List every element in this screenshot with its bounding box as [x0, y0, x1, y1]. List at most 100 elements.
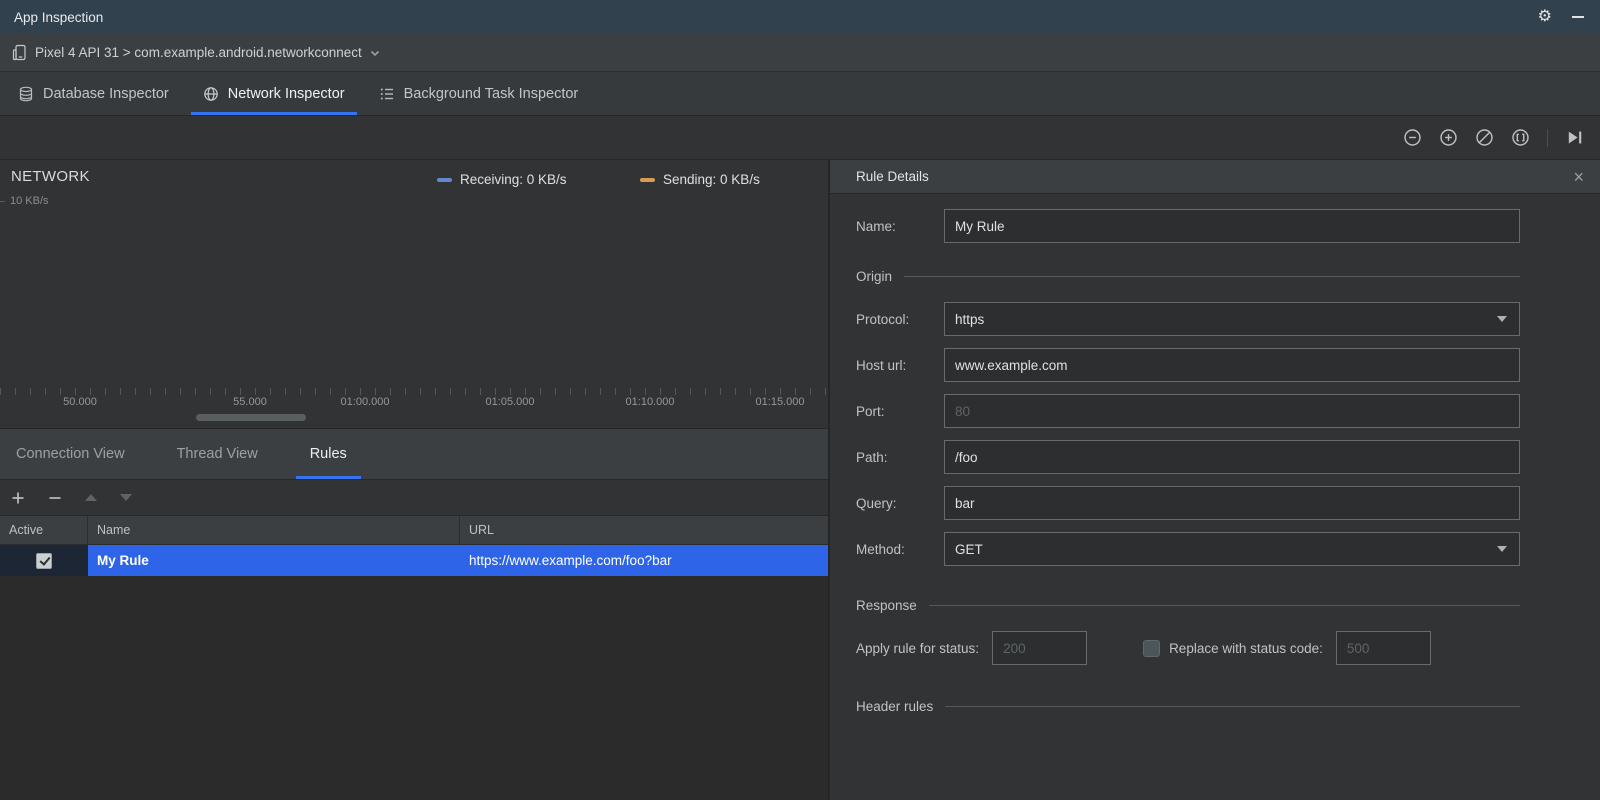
host-row: Host url: [856, 348, 1520, 382]
settings-button[interactable]: ⚙ [1538, 9, 1552, 25]
x-tick-label: 01:15.000 [755, 396, 805, 408]
replace-status-input[interactable] [1335, 631, 1431, 665]
device-process-selector[interactable]: Pixel 4 API 31 > com.example.android.net… [35, 45, 362, 60]
close-icon[interactable]: × [1573, 168, 1584, 186]
rule-details-title: Rule Details [856, 169, 929, 184]
origin-section-label: Origin [856, 269, 893, 284]
name-row: Name: [856, 209, 1520, 243]
main-content: NETWORK 10 KB/s Receiving: 0 KB/s Sendin… [0, 160, 1600, 800]
method-dropdown[interactable]: GET [944, 532, 1520, 566]
header-rules-section-label: Header rules [856, 699, 934, 714]
protocol-value: https [955, 311, 985, 327]
legend-receiving: Receiving: 0 KB/s [437, 172, 567, 187]
method-label: Method: [856, 541, 905, 557]
protocol-label: Protocol: [856, 311, 910, 327]
response-section-header: Response [856, 598, 1520, 613]
rule-name: My Rule [97, 553, 149, 568]
query-input[interactable] [944, 486, 1520, 520]
tab-connection-view[interactable]: Connection View [2, 429, 139, 479]
port-input[interactable] [944, 394, 1520, 428]
rule-details-form: Name: Origin Protocol: https Host url: [830, 194, 1600, 800]
x-tick-label: 50.000 [63, 396, 97, 408]
tab-network-inspector[interactable]: Network Inspector [190, 72, 357, 115]
add-rule-icon[interactable] [11, 491, 25, 505]
rule-url-cell[interactable]: https://www.example.com/foo?bar [460, 545, 828, 576]
method-value: GET [955, 541, 983, 557]
dropdown-arrow-icon [1497, 316, 1507, 322]
tab-label: Network Inspector [227, 85, 345, 102]
toolbar-separator [1547, 128, 1548, 147]
host-input[interactable] [944, 348, 1520, 382]
apply-status-label: Apply rule for status: [856, 640, 980, 656]
tab-rules[interactable]: Rules [295, 429, 361, 479]
app-inspection-window: App Inspection ⚙ Pixel 4 API 31 > com.ex… [0, 0, 1600, 800]
legend-sending: Sending: 0 KB/s [640, 172, 760, 187]
response-section-label: Response [856, 598, 917, 613]
header-rules-section-header: Header rules [856, 699, 1520, 714]
network-chart: NETWORK 10 KB/s Receiving: 0 KB/s Sendin… [0, 160, 828, 428]
x-tick-label: 01:05.000 [485, 396, 535, 408]
tab-label: Background Task Inspector [403, 85, 579, 102]
timeline-ticks [0, 388, 826, 395]
tab-background-task-inspector[interactable]: Background Task Inspector [367, 72, 591, 115]
tab-database-inspector[interactable]: Database Inspector [6, 72, 181, 115]
x-tick-label: 55.000 [233, 396, 267, 408]
minimize-icon [1572, 16, 1584, 18]
device-process-bar: Pixel 4 API 31 > com.example.android.net… [0, 34, 1600, 72]
reset-zoom-icon[interactable] [1475, 128, 1494, 147]
section-divider [945, 706, 1520, 707]
query-row: Query: [856, 486, 1520, 520]
zoom-to-selection-icon[interactable] [1511, 128, 1530, 147]
method-row: Method: GET [856, 532, 1520, 566]
rule-name-cell[interactable]: My Rule [88, 545, 460, 576]
rule-active-cell [0, 545, 88, 576]
y-axis-label: 10 KB/s [10, 195, 49, 207]
rule-url: https://www.example.com/foo?bar [469, 553, 672, 568]
protocol-dropdown[interactable]: https [944, 302, 1520, 336]
rule-details-header: Rule Details × [830, 160, 1600, 194]
tab-thread-view[interactable]: Thread View [163, 429, 272, 479]
tab-label: Database Inspector [43, 85, 169, 102]
zoom-out-icon[interactable] [1403, 128, 1422, 147]
move-up-icon[interactable] [85, 494, 97, 501]
x-tick-label: 01:00.000 [340, 396, 390, 408]
path-label: Path: [856, 449, 888, 465]
legend-sending-label: Sending: 0 KB/s [663, 172, 760, 187]
chart-title: NETWORK [11, 168, 90, 185]
move-down-icon[interactable] [120, 494, 132, 501]
zoom-in-icon[interactable] [1439, 128, 1458, 147]
apply-status-input[interactable] [992, 631, 1088, 665]
y-axis-tick [0, 201, 5, 202]
column-header-active[interactable]: Active [0, 516, 88, 544]
name-label: Name: [856, 218, 896, 234]
minimize-button[interactable] [1572, 16, 1584, 18]
timeline-toolbar [0, 116, 1600, 160]
task-list-icon [379, 86, 395, 102]
replace-status-checkbox[interactable] [1143, 639, 1161, 657]
window-title: App Inspection [14, 9, 104, 25]
timeline-scrollbar-thumb[interactable] [196, 414, 306, 421]
titlebar: App Inspection ⚙ [0, 0, 1600, 34]
go-live-icon[interactable] [1565, 128, 1584, 147]
receiving-swatch-icon [437, 177, 452, 182]
database-icon [18, 86, 34, 102]
origin-section-header: Origin [856, 269, 1520, 284]
section-divider [928, 605, 1520, 606]
column-header-name[interactable]: Name [88, 516, 460, 544]
rules-toolbar [0, 480, 828, 516]
remove-rule-icon[interactable] [48, 491, 62, 505]
rule-active-checkbox[interactable] [36, 552, 52, 569]
column-header-url[interactable]: URL [460, 516, 828, 544]
rules-table-empty-area [0, 576, 828, 800]
chevron-down-icon [369, 47, 381, 59]
query-label: Query: [856, 495, 897, 511]
protocol-row: Protocol: https [856, 302, 1520, 336]
name-input[interactable] [944, 209, 1520, 243]
rule-details-panel: Rule Details × Name: Origin Protocol: ht… [830, 160, 1600, 800]
path-input[interactable] [944, 440, 1520, 474]
network-panel: NETWORK 10 KB/s Receiving: 0 KB/s Sendin… [0, 160, 830, 800]
sending-swatch-icon [640, 177, 655, 182]
dropdown-arrow-icon [1497, 546, 1507, 552]
gear-icon: ⚙ [1537, 8, 1552, 25]
table-row[interactable]: My Rule https://www.example.com/foo?bar [0, 545, 828, 576]
